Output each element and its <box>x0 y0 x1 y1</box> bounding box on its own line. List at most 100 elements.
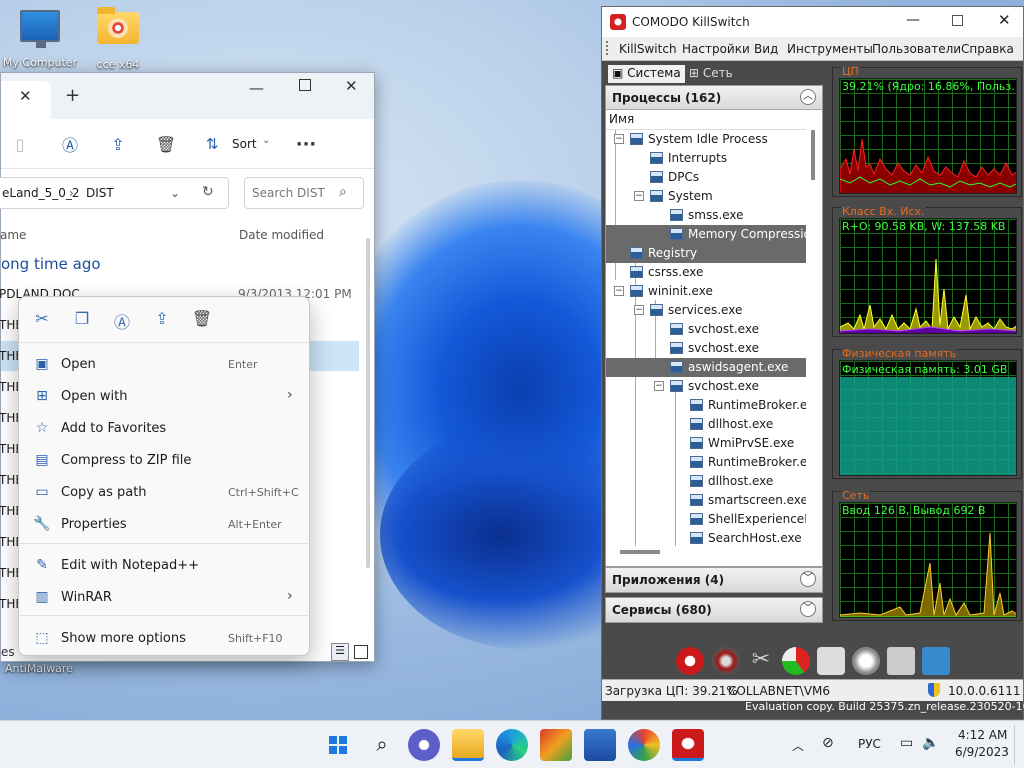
delete-icon[interactable]: 🗑 <box>191 309 213 331</box>
rename-icon[interactable]: Ⓐ <box>111 309 133 332</box>
menu-item-killswitch[interactable]: KillSwitch <box>619 42 677 56</box>
pie-chart-icon[interactable] <box>782 647 810 675</box>
process-node[interactable]: Memory Compression <box>606 225 806 244</box>
process-node[interactable]: RuntimeBroker.exe <box>606 453 806 472</box>
column-header-date[interactable]: Date modified <box>239 228 324 242</box>
breadcrumb-item[interactable]: DIST <box>86 186 114 200</box>
copy-icon[interactable]: ❐ <box>71 309 93 331</box>
search-icon[interactable]: ⌕ <box>366 729 398 761</box>
services-header[interactable]: Сервисы (680) ﹀ <box>605 597 823 623</box>
menu-item-users[interactable]: Пользователи <box>872 42 961 56</box>
share-icon[interactable]: ⇪ <box>103 129 133 159</box>
kill-icon[interactable] <box>676 647 704 675</box>
column-header-name[interactable]: ame <box>0 228 26 242</box>
maximize-icon[interactable] <box>299 79 311 91</box>
process-node[interactable]: − System Idle Process <box>606 130 806 149</box>
paste-icon[interactable]: ▯ <box>5 129 35 159</box>
chrome-icon[interactable] <box>628 729 660 761</box>
app-icon[interactable] <box>540 729 572 761</box>
tree-toggle-icon[interactable]: − <box>614 134 624 144</box>
display-icon[interactable]: ▭ <box>900 735 913 751</box>
desktop-icon-my-computer[interactable]: My Computer <box>0 10 80 69</box>
menu-item-edit-with-notepad[interactable]: ✎ Edit with Notepad++ <box>25 550 305 580</box>
menu-item-help[interactable]: Справка <box>961 42 1014 56</box>
menu-item-show-more-options[interactable]: ⬚ Show more options Shift+F10 <box>25 623 305 653</box>
process-node[interactable]: dllhost.exe <box>606 415 806 434</box>
menu-item-settings[interactable]: Настройки <box>682 42 750 56</box>
process-node[interactable]: svchost.exe <box>606 320 806 339</box>
menu-item-open[interactable]: ▣ Open Enter <box>25 349 305 379</box>
start-icon[interactable] <box>322 729 354 761</box>
chat-icon[interactable] <box>408 729 440 761</box>
clock-time[interactable]: 4:12 AM <box>958 728 1007 742</box>
tree-toggle-icon[interactable]: − <box>614 286 624 296</box>
process-node[interactable]: ShellExperienceHo <box>606 510 806 529</box>
process-node[interactable]: Registry <box>606 244 806 263</box>
process-node[interactable]: RuntimeBroker.exe <box>606 396 806 415</box>
minimize-icon[interactable]: — <box>249 81 264 96</box>
new-tab-icon[interactable]: + <box>65 87 80 105</box>
details-view-icon[interactable]: ☰ <box>331 643 349 661</box>
share-icon[interactable]: ⇪ <box>151 309 173 331</box>
close-window-icon[interactable]: ✕ <box>345 79 358 94</box>
search-input[interactable]: Search DIST ⌕ <box>244 177 364 209</box>
close-tab-icon[interactable]: ✕ <box>19 89 32 104</box>
process-node[interactable]: csrss.exe <box>606 263 806 282</box>
settings-gear-icon[interactable] <box>712 647 740 675</box>
horizontal-scrollbar[interactable] <box>620 550 660 554</box>
chevron-down-icon[interactable]: ⌄ <box>170 186 180 200</box>
menu-item-tools[interactable]: Инструменты <box>787 42 873 56</box>
more-icon[interactable]: ··· <box>291 129 321 159</box>
search-icon[interactable] <box>817 647 845 675</box>
menu-item-winrar[interactable]: ▥ WinRAR › <box>25 582 305 612</box>
menu-item-view[interactable]: Вид <box>754 42 778 56</box>
menu-item-copy-as-path[interactable]: ▭ Copy as path Ctrl+Shift+C <box>25 477 305 507</box>
refresh-icon[interactable]: ↻ <box>202 184 214 200</box>
file-explorer-icon[interactable] <box>452 729 484 761</box>
menu-item-open-with[interactable]: ⊞ Open with › <box>25 381 305 411</box>
process-node[interactable]: dllhost.exe <box>606 472 806 491</box>
tab-network[interactable]: ⊞ Сеть <box>685 65 737 83</box>
zoom-icon[interactable] <box>852 647 880 675</box>
show-desktop-button[interactable] <box>1014 725 1015 765</box>
chevron-up-icon[interactable]: ︿ <box>792 737 804 754</box>
rename-icon[interactable]: Ⓐ <box>55 129 85 159</box>
vertical-scrollbar[interactable] <box>811 130 815 180</box>
menu-item-properties[interactable]: 🔧 Properties Alt+Enter <box>25 509 305 539</box>
cut-icon[interactable]: ✂ <box>31 309 53 331</box>
process-node[interactable]: SearchHost.exe <box>606 529 806 546</box>
files-icon[interactable] <box>887 647 915 675</box>
group-header[interactable]: ong time ago <box>1 255 101 273</box>
network-off-icon[interactable]: ⊘ <box>822 735 834 751</box>
tab-system[interactable]: ▣ Система <box>608 65 685 83</box>
language-indicator[interactable]: РУС <box>858 737 881 751</box>
delete-icon[interactable]: 🗑 <box>151 129 181 159</box>
process-node[interactable]: DPCs <box>606 168 806 187</box>
process-node[interactable]: aswidsagent.exe <box>606 358 806 377</box>
tree-toggle-icon[interactable]: − <box>634 305 644 315</box>
desktop-icon-cce[interactable]: cce x64 <box>78 7 158 71</box>
column-header-name[interactable]: Имя <box>606 112 806 130</box>
store-icon[interactable] <box>584 729 616 761</box>
explorer-tab[interactable]: ✕ <box>1 81 51 119</box>
killswitch-icon[interactable] <box>672 729 704 761</box>
process-node[interactable]: − svchost.exe <box>606 377 806 396</box>
process-node[interactable]: WmiPrvSE.exe <box>606 434 806 453</box>
clock-date[interactable]: 6/9/2023 <box>955 745 1009 759</box>
tree-toggle-icon[interactable]: − <box>654 381 664 391</box>
process-node[interactable]: − System <box>606 187 806 206</box>
processes-header[interactable]: Процессы (162) ︿ <box>606 86 822 110</box>
tools-icon[interactable]: ✂ <box>747 647 775 675</box>
process-node[interactable]: − services.exe <box>606 301 806 320</box>
collapse-icon[interactable]: ︿ <box>800 89 816 105</box>
breadcrumb-item[interactable]: eLand_5_0_2 <box>2 186 80 200</box>
minimize-icon[interactable]: — <box>906 12 920 28</box>
maximize-icon[interactable] <box>952 15 963 26</box>
process-node[interactable]: smartscreen.exe <box>606 491 806 510</box>
menu-item-compress-to-zip-file[interactable]: ▤ Compress to ZIP file <box>25 445 305 475</box>
process-node[interactable]: Interrupts <box>606 149 806 168</box>
vertical-scrollbar[interactable] <box>366 238 370 568</box>
process-node[interactable]: − wininit.exe <box>606 282 806 301</box>
address-bar[interactable]: eLand_5_0_2 › DIST ⌄ ↻ <box>0 177 229 209</box>
volume-icon[interactable]: 🔈 <box>922 735 939 751</box>
